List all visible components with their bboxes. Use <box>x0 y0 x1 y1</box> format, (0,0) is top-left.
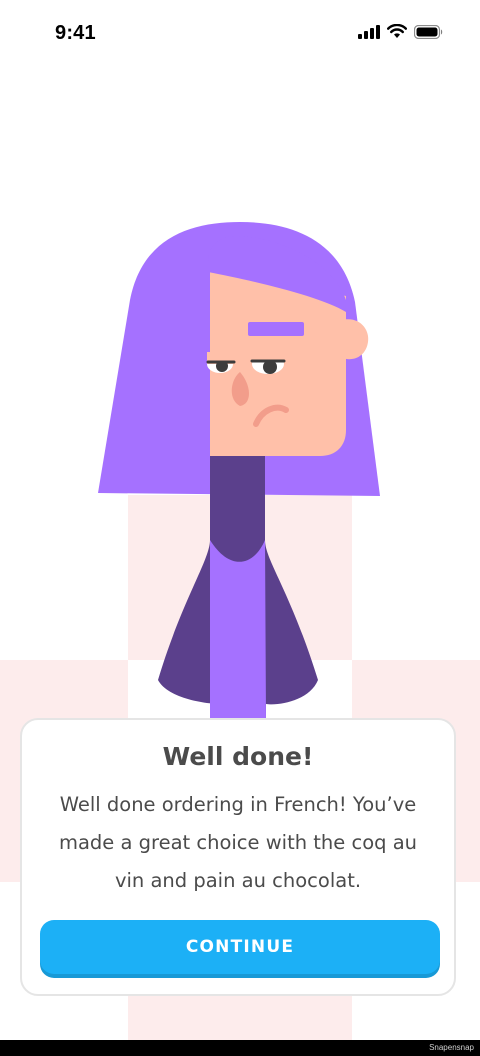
continue-button-label: CONTINUE <box>185 937 295 957</box>
dialog-title: Well done! <box>162 742 314 771</box>
status-bar: 9:41 <box>0 0 480 70</box>
cellular-signal-icon <box>358 24 380 43</box>
feedback-dialog: Well done! Well done ordering in French!… <box>20 718 456 996</box>
status-time: 9:41 <box>55 22 96 44</box>
continue-button[interactable]: CONTINUE <box>40 920 440 974</box>
shirt-stripe <box>210 540 266 720</box>
eyebrow <box>248 322 304 336</box>
bottom-strip <box>0 1040 480 1056</box>
dialog-message: Well done ordering in French! You’ve mad… <box>58 793 418 892</box>
battery-icon <box>413 24 444 43</box>
wifi-icon <box>387 23 407 43</box>
status-icons <box>358 23 444 43</box>
watermark: Snapensnap <box>429 1043 474 1052</box>
